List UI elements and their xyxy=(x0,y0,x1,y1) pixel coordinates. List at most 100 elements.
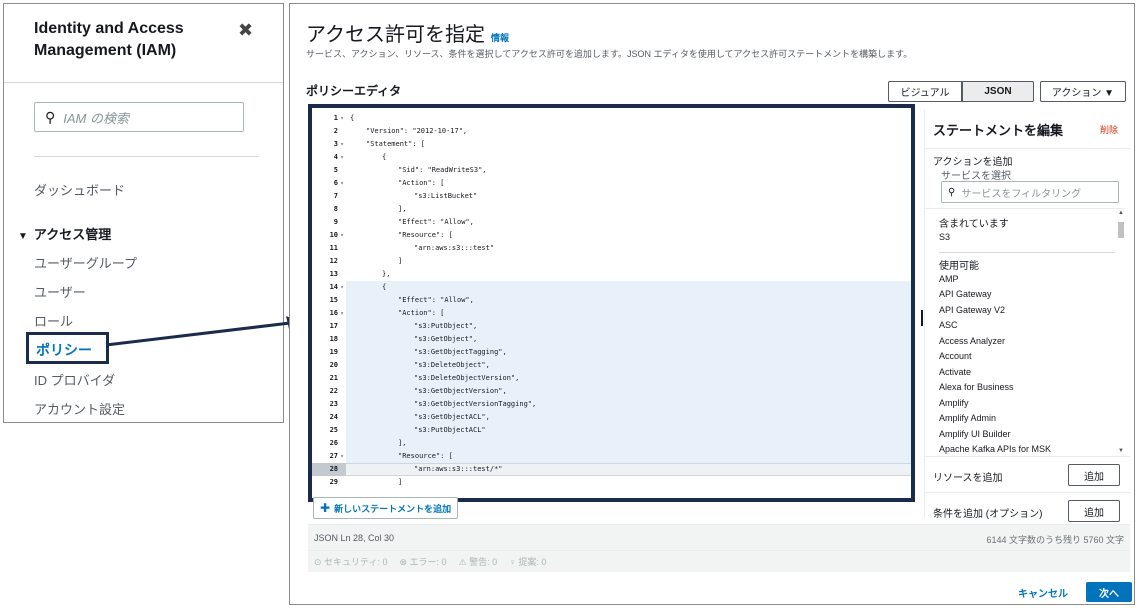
service-item[interactable]: API Gateway V2 xyxy=(925,303,1125,319)
line-number: 4 xyxy=(333,153,338,161)
next-button[interactable]: 次へ xyxy=(1086,582,1132,602)
service-list-scrollbar[interactable]: ▲ ▼ xyxy=(1117,208,1125,456)
code-line[interactable]: 1 ▾ { xyxy=(312,112,911,125)
nav-item-account-settings[interactable]: アカウント設定 xyxy=(34,399,125,418)
service-item-included[interactable]: S3 xyxy=(925,230,1125,246)
nav-section-access-management[interactable]: ▼ アクセス管理 xyxy=(18,224,111,243)
scrollbar-thumb[interactable] xyxy=(1118,222,1124,238)
service-title: Identity and Access Management (IAM) xyxy=(34,20,184,59)
nav-item-policies[interactable]: ポリシー xyxy=(26,332,109,364)
code-line[interactable]: 21 "s3:DeleteObjectVersion", xyxy=(312,372,911,385)
add-resource-button[interactable]: 追加 xyxy=(1068,464,1120,486)
line-number: 18 xyxy=(329,335,338,343)
service-item[interactable]: Apache Kafka APIs for MSK xyxy=(925,442,1125,456)
line-number: 16 xyxy=(329,309,338,317)
service-item[interactable]: Activate xyxy=(925,365,1125,381)
code-line[interactable]: 17 "s3:PutObject", xyxy=(312,320,911,333)
code-line[interactable]: 25 "s3:PutObjectACL" xyxy=(312,424,911,437)
nav-item-users[interactable]: ユーザー xyxy=(34,282,86,301)
json-code-editor[interactable]: 1 ▾{2 "Version": "2012-10-17", 3 ▾ "Statement… xyxy=(308,104,915,502)
line-number: 26 xyxy=(329,439,338,447)
line-number: 11 xyxy=(329,244,338,252)
service-item[interactable]: Access Analyzer xyxy=(925,334,1125,350)
fold-toggle-icon[interactable]: ▾ xyxy=(338,138,346,151)
code-line[interactable]: 6 ▾ "Action": [ xyxy=(312,177,911,190)
code-line[interactable]: 9 "Effect": "Allow", xyxy=(312,216,911,229)
code-line[interactable]: 26], xyxy=(312,437,911,450)
warning-count[interactable]: ⚠ 警告: 0 xyxy=(459,555,498,568)
code-line[interactable]: 7 "s3:ListBucket" xyxy=(312,190,911,203)
actions-dropdown[interactable]: アクション ▼ xyxy=(1040,81,1126,102)
code-line[interactable]: 8], xyxy=(312,203,911,216)
character-count: 6144 文字数のうち残り 5760 文字 xyxy=(986,535,1124,545)
fold-toggle-icon[interactable]: ▾ xyxy=(338,281,346,294)
error-count[interactable]: ⊗ エラー: 0 xyxy=(400,555,447,568)
code-line[interactable]: 28 "arn:aws:s3:::test/*" xyxy=(312,463,911,476)
nav-item-user-groups[interactable]: ユーザーグループ xyxy=(34,253,137,272)
service-item[interactable]: Account xyxy=(925,349,1125,365)
code-line[interactable]: 18 "s3:GetObject", xyxy=(312,333,911,346)
service-item[interactable]: Amplify Admin xyxy=(925,411,1125,427)
code-line[interactable]: 4 ▾ { xyxy=(312,151,911,164)
code-line[interactable]: 16 ▾ "Action": [ xyxy=(312,307,911,320)
line-number: 27 xyxy=(329,452,338,460)
code-line[interactable]: 5 "Sid": "ReadWriteS3", xyxy=(312,164,911,177)
service-list[interactable]: 含まれています S3 使用可能 AMP API Gateway API Gatewa… xyxy=(925,208,1125,456)
line-number: 14 xyxy=(329,283,338,291)
suggestion-count[interactable]: ♀ 提案: 0 xyxy=(509,555,546,568)
service-filter-input[interactable]: ⚲ サービスをフィルタリング xyxy=(941,181,1119,203)
code-text: ], xyxy=(398,205,407,213)
line-number: 21 xyxy=(329,374,338,382)
add-resource-label: リソースを追加 xyxy=(933,473,1003,484)
tab-json[interactable]: JSON xyxy=(962,81,1034,102)
editor-status-bar: JSON Ln 28, Col 30 6144 文字数のうち残り 5760 文字 xyxy=(308,524,1130,550)
resize-handle[interactable] xyxy=(921,310,923,326)
code-text: "s3:DeleteObject", xyxy=(414,361,490,369)
security-count[interactable]: ⊙ セキュリティ: 0 xyxy=(314,555,388,568)
search-input[interactable]: ⚲ IAM の検索 xyxy=(34,102,244,132)
fold-toggle-icon[interactable]: ▾ xyxy=(338,112,346,125)
info-link[interactable]: 情報 xyxy=(491,33,509,43)
line-number: 15 xyxy=(329,296,338,304)
code-line[interactable]: 29] xyxy=(312,476,911,489)
fold-toggle-icon[interactable]: ▾ xyxy=(338,450,346,463)
service-item[interactable]: Amplify xyxy=(925,396,1125,412)
cancel-button[interactable]: キャンセル xyxy=(1018,585,1068,600)
scroll-up-icon[interactable]: ▲ xyxy=(1118,210,1124,216)
delete-statement-link[interactable]: 削除 xyxy=(1100,123,1118,136)
code-line[interactable]: 12] xyxy=(312,255,911,268)
service-item[interactable]: Alexa for Business xyxy=(925,380,1125,396)
fold-toggle-icon[interactable]: ▾ xyxy=(338,151,346,164)
service-item[interactable]: AMP xyxy=(925,272,1125,288)
code-line[interactable]: 3 ▾ "Statement": [ xyxy=(312,138,911,151)
service-item[interactable]: API Gateway xyxy=(925,287,1125,303)
scroll-down-icon[interactable]: ▼ xyxy=(1118,448,1124,454)
code-line[interactable]: 23 "s3:GetObjectVersionTagging", xyxy=(312,398,911,411)
tab-visual[interactable]: ビジュアル xyxy=(888,81,962,102)
code-line[interactable]: 13}, xyxy=(312,268,911,281)
nav-item-identity-providers[interactable]: ID プロバイダ xyxy=(34,370,115,389)
code-line[interactable]: 2 "Version": "2012-10-17", xyxy=(312,125,911,138)
code-line[interactable]: 14 ▾ { xyxy=(312,281,911,294)
nav-dashboard[interactable]: ダッシュボード xyxy=(34,180,125,199)
code-line[interactable]: 11 "arn:aws:s3:::test" xyxy=(312,242,911,255)
code-text: "Version": "2012-10-17", xyxy=(366,127,468,135)
service-item[interactable]: ASC xyxy=(925,318,1125,334)
fold-toggle-icon[interactable]: ▾ xyxy=(338,177,346,190)
code-line[interactable]: 24 "s3:GetObjectACL", xyxy=(312,411,911,424)
fold-toggle-icon[interactable]: ▾ xyxy=(338,229,346,242)
section-label: アクセス管理 xyxy=(33,227,112,242)
add-condition-button[interactable]: 追加 xyxy=(1068,500,1120,522)
nav-item-roles[interactable]: ロール xyxy=(34,311,73,330)
service-item[interactable]: Amplify UI Builder xyxy=(925,427,1125,443)
fold-toggle-icon[interactable]: ▾ xyxy=(338,307,346,320)
line-number: 28 xyxy=(329,465,338,473)
add-statement-button[interactable]: ✚ 新しいステートメントを追加 xyxy=(313,497,458,519)
code-line[interactable]: 15 "Effect": "Allow", xyxy=(312,294,911,307)
close-icon[interactable]: ✖ xyxy=(238,20,253,41)
code-line[interactable]: 19 "s3:GetObjectTagging", xyxy=(312,346,911,359)
code-line[interactable]: 10 ▾ "Resource": [ xyxy=(312,229,911,242)
code-line[interactable]: 27 ▾ "Resource": [ xyxy=(312,450,911,463)
code-line[interactable]: 20 "s3:DeleteObject", xyxy=(312,359,911,372)
code-line[interactable]: 22 "s3:GetObjectVersion", xyxy=(312,385,911,398)
